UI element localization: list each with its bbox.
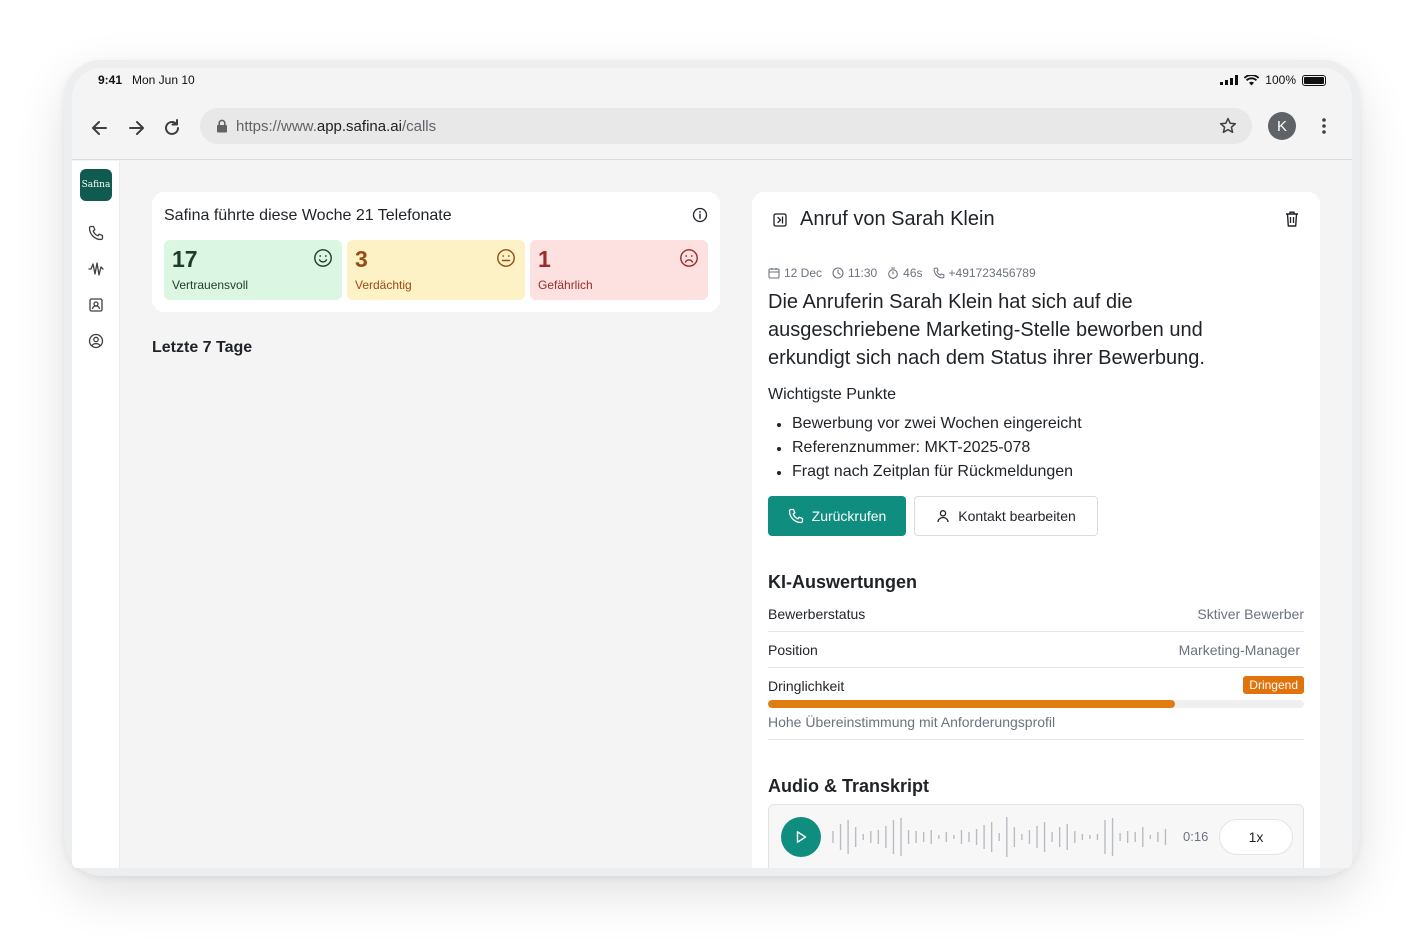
safina-logo[interactable]: Safina: [80, 169, 112, 201]
stat-suspicious[interactable]: 3 Verdächtig: [347, 240, 525, 300]
browser-menu-button[interactable]: [1312, 114, 1336, 138]
call-detail-panel: Anruf von Sarah Klein 12 Dec 11:30 46s +…: [752, 192, 1320, 868]
stat-trusted[interactable]: 17 Vertrauensvoll: [164, 240, 342, 300]
urgency-badge: Dringend: [1243, 676, 1304, 694]
main-content: Safina führte diese Woche 21 Telefonate …: [121, 161, 1352, 868]
summary-title: Safina führte diese Woche 21 Telefonate: [164, 207, 452, 224]
stat-dangerous-label: Gefährlich: [538, 278, 593, 292]
call-phone: +491723456789: [948, 266, 1036, 280]
address-bar[interactable]: https://www. app.safina.ai/calls: [200, 108, 1252, 144]
play-button[interactable]: [781, 817, 821, 857]
back-button[interactable]: [88, 116, 112, 140]
phone-icon: [88, 225, 104, 241]
smile-icon: [313, 248, 333, 273]
audio-player: 0:16 1x: [768, 804, 1304, 868]
sidebar-item-calls[interactable]: [86, 223, 106, 243]
trash-icon[interactable]: [1284, 210, 1300, 233]
waveform-icon: [88, 262, 104, 276]
key-points-title: Wichtigste Punkte: [768, 386, 897, 403]
audio-waveform[interactable]: [831, 817, 1171, 857]
status-date: Mon Jun 10: [132, 73, 195, 87]
sidebar: Safina: [72, 161, 120, 868]
user-icon: [937, 510, 949, 523]
browser-toolbar: https://www. app.safina.ai/calls K: [72, 96, 1352, 160]
call-date: 12 Dec: [784, 266, 823, 280]
timer-icon: [888, 267, 899, 279]
arrow-left-icon: [92, 121, 107, 135]
arrow-right-icon: [129, 121, 144, 135]
call-summary: Die Anruferin Sarah Klein hat sich auf d…: [768, 291, 1205, 369]
urgency-progress-fill: [768, 700, 1176, 708]
playback-speed-button[interactable]: 1x: [1219, 819, 1293, 855]
stat-trusted-count: 17: [172, 246, 198, 272]
battery-icon: [1302, 74, 1326, 86]
ki-row-applicant-status: Bewerberstatus Sktiver Bewerber: [768, 596, 1304, 632]
urgency-progress: [768, 700, 1304, 708]
phone-icon: [788, 508, 803, 524]
forward-button[interactable]: [124, 116, 148, 140]
sidebar-item-audio[interactable]: [86, 259, 106, 279]
status-indicators: 100%: [1220, 73, 1326, 87]
edit-contact-button[interactable]: Kontakt bearbeiten: [914, 496, 1098, 536]
reload-icon: [165, 119, 179, 135]
sidebar-item-contacts[interactable]: [86, 295, 106, 315]
lock-icon: [216, 119, 228, 133]
ki-row-urgency: Dringlichkeit Dringend: [768, 668, 1304, 704]
stat-suspicious-count: 3: [355, 246, 368, 272]
profile-avatar[interactable]: K: [1268, 112, 1296, 140]
audio-section-title: Audio & Transkript: [768, 776, 930, 796]
call-duration: 46s: [903, 266, 923, 280]
stat-dangerous-count: 1: [538, 246, 551, 272]
status-time: 9:41: [98, 73, 123, 87]
ki-row-key: Dringlichkeit: [768, 678, 845, 694]
phone-small-icon: [933, 267, 944, 279]
signal-icon: [1220, 75, 1239, 85]
call-title: Anruf von Sarah Klein: [800, 208, 995, 230]
match-note: Hohe Übereinstimmung mit Anforderungspro…: [768, 714, 1304, 740]
stat-trusted-label: Vertrauensvoll: [172, 278, 249, 292]
ki-section-title: KI-Auswertungen: [768, 572, 918, 592]
callback-label: Zurückrufen: [811, 508, 887, 524]
url-domain: app.safina.ai: [316, 117, 402, 135]
tablet-frame: 9:41 Mon Jun 10 100% https://www. app.sa…: [64, 60, 1360, 876]
sidebar-item-profile[interactable]: [86, 331, 106, 351]
frown-icon: [679, 248, 699, 273]
ki-row-value: Sktiver Bewerber: [1197, 606, 1304, 622]
edit-contact-label: Kontakt bearbeiten: [958, 508, 1076, 524]
collapse-panel-icon[interactable]: [772, 212, 788, 233]
neutral-face-icon: [496, 248, 516, 273]
call-meta: 12 Dec 11:30 46s +491723456789: [768, 266, 1036, 280]
call-time: 11:30: [848, 266, 878, 280]
key-point: Fragt nach Zeitplan für Rückmeldungen: [768, 460, 1082, 484]
info-icon[interactable]: [692, 207, 708, 228]
audio-duration: 0:16: [1183, 829, 1209, 844]
url-path: /calls: [401, 117, 437, 135]
ki-row-position: Position Marketing-Manager: [768, 632, 1304, 668]
user-circle-icon: [88, 333, 104, 349]
ki-row-key: Bewerberstatus: [768, 606, 866, 622]
contact-card-icon: [89, 298, 103, 312]
calendar-icon: [768, 268, 780, 279]
key-point: Bewerbung vor zwei Wochen eingereicht: [768, 412, 1082, 436]
recent-section-title: Letzte 7 Tage: [152, 339, 253, 356]
status-bar: 9:41 Mon Jun 10 100%: [72, 68, 1352, 96]
weekly-summary-card: Safina führte diese Woche 21 Telefonate …: [152, 192, 720, 312]
bookmark-star-icon[interactable]: [1218, 116, 1238, 140]
key-point: Referenznummer: MKT-2025-078: [768, 436, 1082, 460]
ki-row-value: Marketing-Manager: [1178, 642, 1300, 658]
play-icon: [796, 831, 807, 843]
battery-percent: 100%: [1265, 73, 1296, 87]
reload-button[interactable]: [160, 116, 184, 140]
wifi-icon: [1244, 74, 1260, 85]
more-vertical-icon: [1322, 118, 1326, 134]
clock-icon: [832, 267, 844, 279]
callback-button[interactable]: Zurückrufen: [768, 496, 906, 536]
stat-suspicious-label: Verdächtig: [355, 278, 412, 292]
ki-row-key: Position: [768, 642, 818, 658]
stat-dangerous[interactable]: 1 Gefährlich: [530, 240, 708, 300]
screen: 9:41 Mon Jun 10 100% https://www. app.sa…: [72, 68, 1352, 868]
url-prefix: https://www.: [236, 117, 317, 135]
key-points-list: Bewerbung vor zwei Wochen eingereicht Re…: [768, 412, 1082, 484]
